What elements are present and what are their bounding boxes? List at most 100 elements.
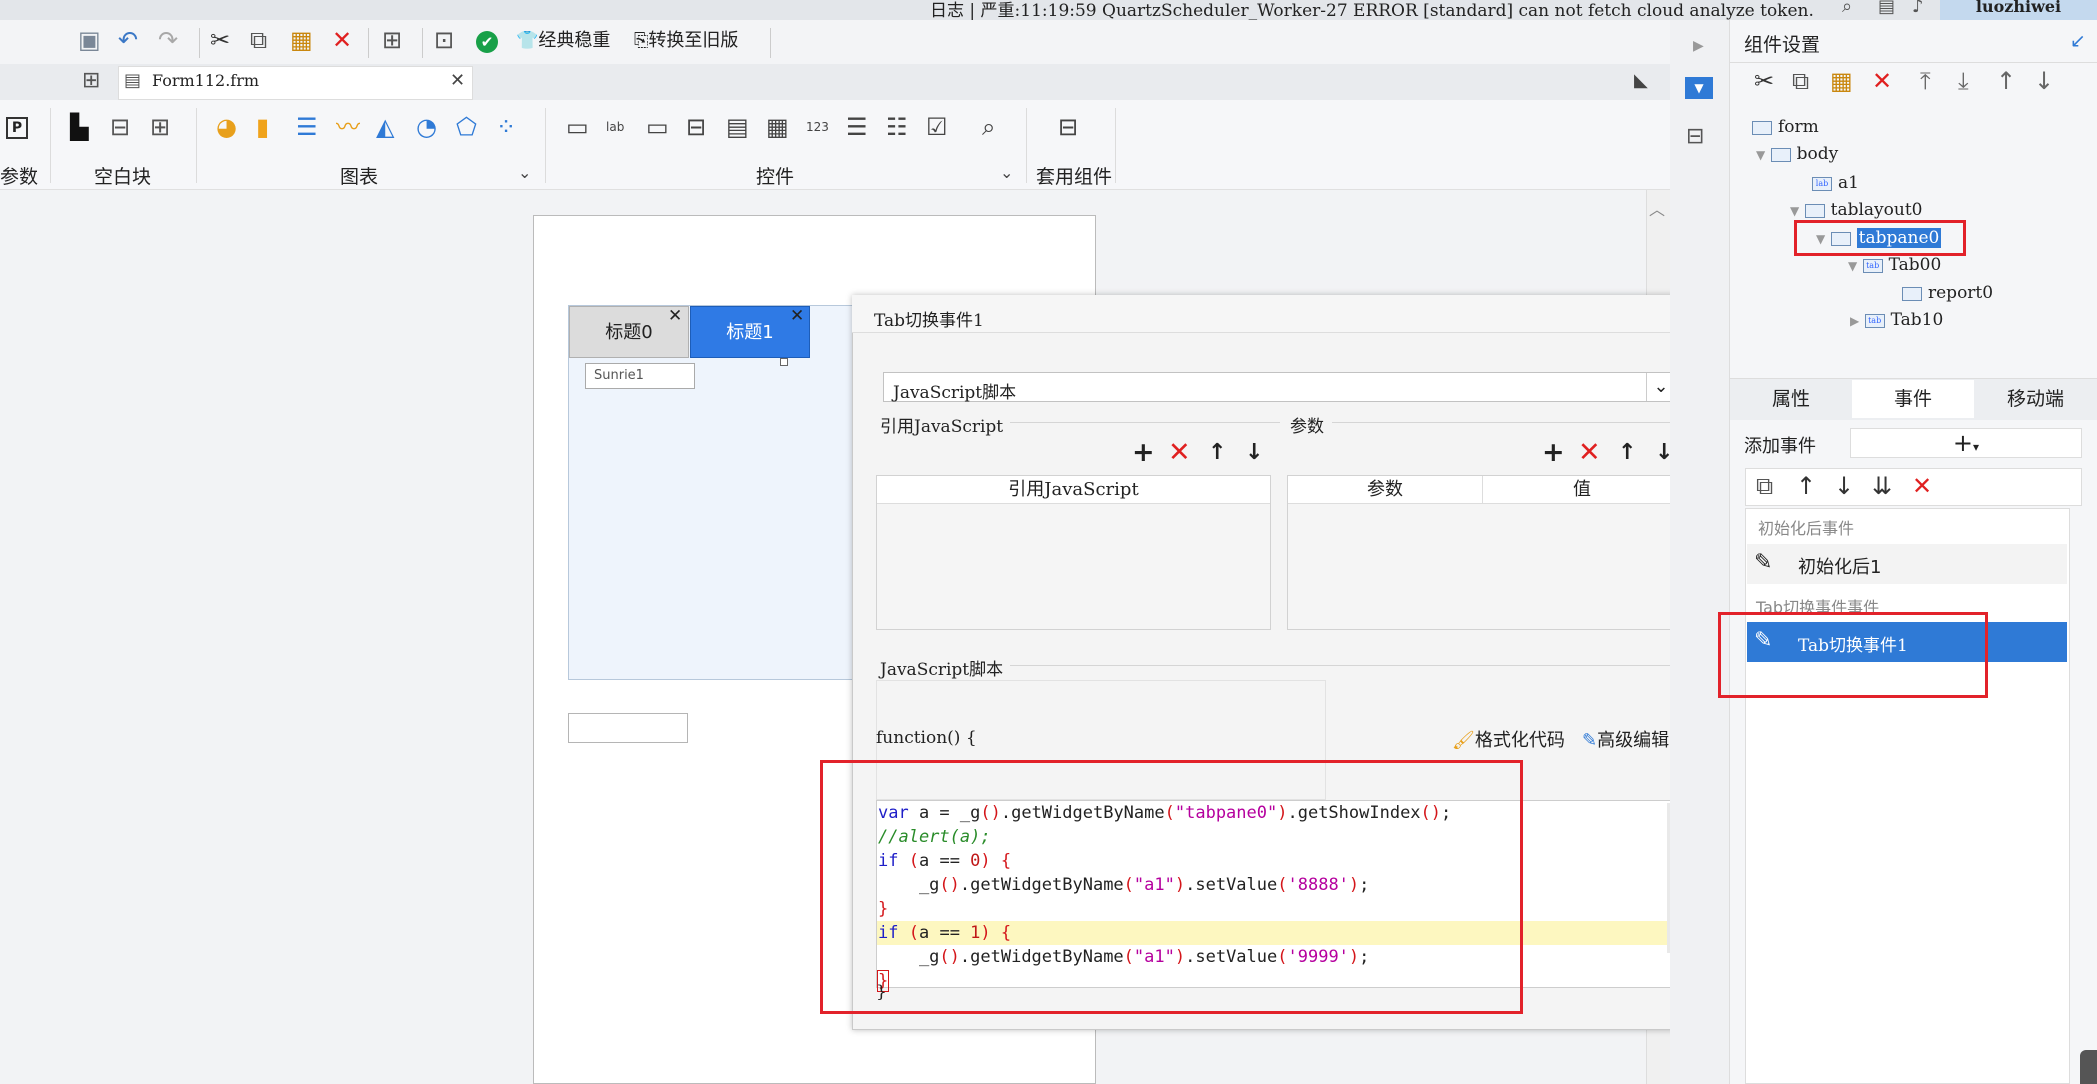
chevron-up-icon[interactable]: ︿ — [1649, 196, 1665, 220]
panel-scrollbar[interactable] — [2080, 1050, 2097, 1084]
cut-icon[interactable]: ✂ — [1754, 67, 1774, 95]
area-chart-icon[interactable]: ◭ — [376, 113, 394, 141]
controls-group-label: 控件 — [756, 166, 795, 188]
convert-old-button[interactable]: ⎘转换至旧版 — [634, 27, 738, 55]
delete-icon[interactable]: ✕ — [1912, 472, 1932, 500]
gauge-chart-icon[interactable]: ◔ — [416, 113, 437, 141]
param-icon[interactable]: P — [6, 117, 28, 139]
advanced-edit-button[interactable]: ✎高级编辑 — [1582, 726, 1669, 752]
add-event-button[interactable]: +▾ — [1850, 428, 2082, 458]
tree-node-form[interactable]: form — [1752, 116, 1819, 138]
resize-handle[interactable] — [780, 358, 788, 366]
chevron-down-icon[interactable]: ⌄ — [1000, 163, 1013, 182]
tree-node-tab10[interactable]: ▶ tab Tab10 — [1850, 309, 1943, 332]
tree-node-report0[interactable]: report0 — [1902, 282, 1993, 304]
grid-icon[interactable]: ⊞ — [82, 68, 100, 93]
line-chart-icon[interactable]: 〰 — [336, 113, 360, 141]
format-code-button[interactable]: 🖌格式化代码 — [1452, 726, 1565, 752]
radar-chart-icon[interactable]: ⬠ — [456, 113, 477, 141]
move-up-icon[interactable]: ↑ — [1996, 67, 2016, 95]
close-icon[interactable]: ✕ — [450, 70, 465, 91]
remove-icon[interactable]: ✕ — [1578, 438, 1601, 468]
report-icon — [1902, 286, 1922, 301]
tree-node-tab00[interactable]: ▼ tab Tab00 — [1848, 254, 1941, 277]
event-group-init: 初始化后事件 — [1758, 519, 1855, 538]
textarea-widget-icon[interactable]: ☰ — [846, 113, 868, 141]
script-group-title: JavaScript脚本 — [880, 660, 1004, 680]
search-widget-icon[interactable]: ⌕ — [982, 113, 995, 141]
move-up-icon[interactable]: ↑ — [1208, 438, 1226, 468]
paste-icon[interactable]: ▦ — [1830, 67, 1853, 95]
add-icon[interactable]: + — [1542, 438, 1565, 468]
blank-block-label: 空白块 — [94, 166, 152, 188]
move-up-icon[interactable]: ↑ — [1618, 438, 1636, 468]
chevron-right-icon[interactable]: ▶ — [1693, 38, 1704, 54]
hbar-chart-icon[interactable]: ☰ — [296, 113, 318, 141]
calendar-widget-icon[interactable]: ▦ — [766, 113, 789, 141]
close-icon[interactable]: ✕ — [790, 306, 804, 326]
redo-icon[interactable]: ↷ — [158, 26, 178, 54]
preview-icon[interactable]: ⊡ — [434, 26, 454, 54]
label-widget-icon[interactable]: lab — [606, 113, 624, 141]
chevron-down-icon[interactable]: ⌄ — [518, 163, 531, 182]
expand-panel-icon[interactable]: ◣ — [1634, 70, 1648, 91]
sort-icon[interactable]: ⇊ — [1872, 472, 1892, 500]
delete-icon[interactable]: ✕ — [332, 26, 352, 54]
absolute-block-icon[interactable]: ▙ — [70, 113, 88, 141]
move-down-icon[interactable]: ↓ — [2034, 67, 2054, 95]
move-down-icon[interactable]: ↓ — [1834, 472, 1854, 500]
save-icon[interactable]: ▣ — [78, 26, 101, 54]
search-icon[interactable]: ⌕ — [1842, 0, 1852, 17]
tree-node-a1[interactable]: lab a1 — [1812, 172, 1859, 194]
template-widget-icon[interactable]: ⊟ — [1058, 113, 1078, 141]
event-item-init[interactable] — [1747, 544, 2067, 584]
classic-theme-button[interactable]: 👕经典稳重 — [516, 27, 610, 55]
check-icon[interactable]: ✔ — [476, 31, 498, 53]
move-down-icon[interactable]: ↓ — [1245, 438, 1263, 468]
radio-group-icon[interactable]: ☷ — [886, 113, 908, 141]
cut-icon[interactable]: ✂ — [210, 26, 230, 54]
copy-icon[interactable]: ⧉ — [1792, 67, 1809, 95]
layout-icon[interactable]: ⊟ — [1686, 124, 1704, 149]
copy-icon[interactable]: ⧉ — [1756, 472, 1773, 500]
expand-icon: ▼ — [1756, 148, 1766, 162]
remove-icon[interactable]: ✕ — [1168, 438, 1191, 468]
pin-icon[interactable]: ↙ — [2070, 30, 2086, 52]
bell-icon[interactable]: ♪ — [1912, 0, 1924, 17]
number-widget-icon[interactable]: 123 — [806, 113, 829, 141]
move-top-icon[interactable]: ⤒ — [1920, 67, 1931, 95]
text-format-icon[interactable]: ⊞ — [382, 26, 402, 54]
tab-mobile[interactable]: 移动端 — [1974, 380, 2097, 418]
move-up-icon[interactable]: ↑ — [1796, 472, 1816, 500]
annotation-box-code — [820, 760, 1523, 1014]
paste-icon[interactable]: ▦ — [290, 26, 313, 54]
label-widget-a1[interactable] — [568, 713, 688, 743]
user-name[interactable]: luozhiwei — [1940, 0, 2097, 20]
tree-node-body[interactable]: ▼ body — [1756, 143, 1838, 166]
combobox-widget-icon[interactable]: ⊟ — [686, 113, 706, 141]
edit-icon[interactable]: ✎ — [1754, 550, 1772, 575]
widget-settings-icon[interactable]: ▼ — [1685, 77, 1713, 99]
move-bottom-icon[interactable]: ⤓ — [1958, 67, 1969, 95]
checkbox-group-icon[interactable]: ☑ — [926, 113, 948, 141]
bar-chart-icon[interactable]: ▮ — [256, 113, 269, 141]
file-tab-label: Form112.frm — [152, 71, 260, 90]
copy-icon[interactable]: ⧉ — [250, 26, 267, 54]
textbox-widget-icon[interactable]: ▭ — [646, 113, 669, 141]
delete-icon[interactable]: ✕ — [1872, 67, 1892, 95]
tree-node-tablayout0[interactable]: ▼ tablayout0 — [1790, 199, 1923, 222]
document-icon[interactable]: ▤ — [1878, 0, 1895, 17]
split-block-icon[interactable]: ⊟ — [110, 113, 130, 141]
report-widget-stub[interactable]: Sunrie1 — [585, 363, 695, 389]
table-block-icon[interactable]: ⊞ — [150, 113, 170, 141]
close-icon[interactable]: ✕ — [668, 306, 682, 326]
scatter-chart-icon[interactable]: ⁘ — [496, 113, 516, 141]
tab-properties[interactable]: 属性 — [1730, 380, 1852, 418]
undo-icon[interactable]: ↶ — [118, 26, 138, 54]
pie-chart-icon[interactable]: ◕ — [216, 113, 237, 141]
chevron-down-icon: ▾ — [1973, 440, 1980, 454]
button-widget-icon[interactable]: ▭ — [566, 113, 589, 141]
tab-events[interactable]: 事件 — [1852, 380, 1974, 418]
add-icon[interactable]: + — [1132, 438, 1155, 468]
date-widget-icon[interactable]: ▤ — [726, 113, 749, 141]
